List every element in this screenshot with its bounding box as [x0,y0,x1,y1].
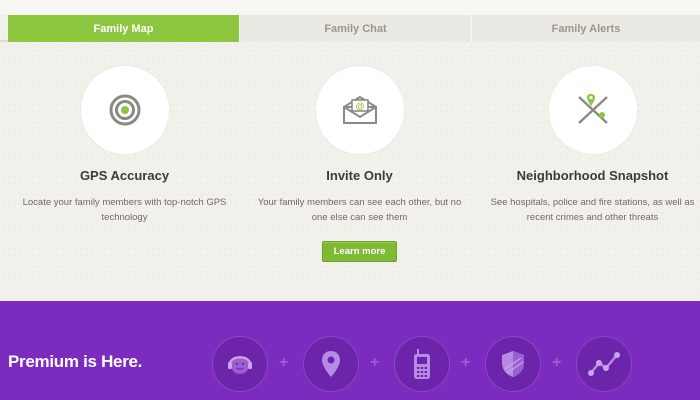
premium-title: Premium is Here. [8,352,143,371]
feature-icon-circle [548,66,637,154]
plus-separator: + [279,354,289,371]
feature-list: GPS Accuracy Locate your family members … [0,66,700,236]
feature-neighborhood-snapshot: Neighborhood Snapshot See hospitals, pol… [476,66,700,225]
tab-family-chat[interactable]: Family Chat [239,15,471,42]
feature-description: Locate your family members with top-notc… [22,197,227,223]
chart-icon[interactable] [576,336,632,392]
shield-icon[interactable] [485,336,541,392]
feature-invite-only: @ Invite Only Your family members can se… [243,66,476,225]
tab-family-map[interactable]: Family Map [8,15,239,42]
plus-separator: + [370,354,380,371]
feature-icon-circle: @ [315,66,404,154]
plus-separator: + [461,354,471,371]
feature-gps-accuracy: GPS Accuracy Locate your family members … [8,66,241,225]
feature-icon-circle [80,66,169,154]
headset-icon[interactable] [212,336,268,392]
tab-label: Family Alerts [551,22,621,35]
tab-label: Family Map [93,22,154,35]
feature-title: GPS Accuracy [79,168,170,183]
location-pin-icon[interactable] [303,336,359,392]
feature-description: Your family members can see each other, … [257,197,462,223]
feature-title: Invite Only [326,168,393,183]
map-pin-icon [577,94,608,124]
feature-description: See hospitals, police and fire stations,… [490,197,695,223]
top-strip [0,0,700,15]
tab-family-alerts[interactable]: Family Alerts [471,15,700,42]
phone-icon[interactable] [394,336,450,392]
plus-separator: + [552,354,562,371]
tab-bar: Family Map Family Chat Family Alerts [8,15,700,42]
feature-title: Neighborhood Snapshot [516,168,669,183]
target-icon [109,94,140,126]
learn-more-button[interactable]: Learn more [322,241,397,262]
envelope-icon: @ [342,96,377,124]
svg-text:@: @ [355,101,364,111]
tab-label: Family Chat [324,22,387,35]
